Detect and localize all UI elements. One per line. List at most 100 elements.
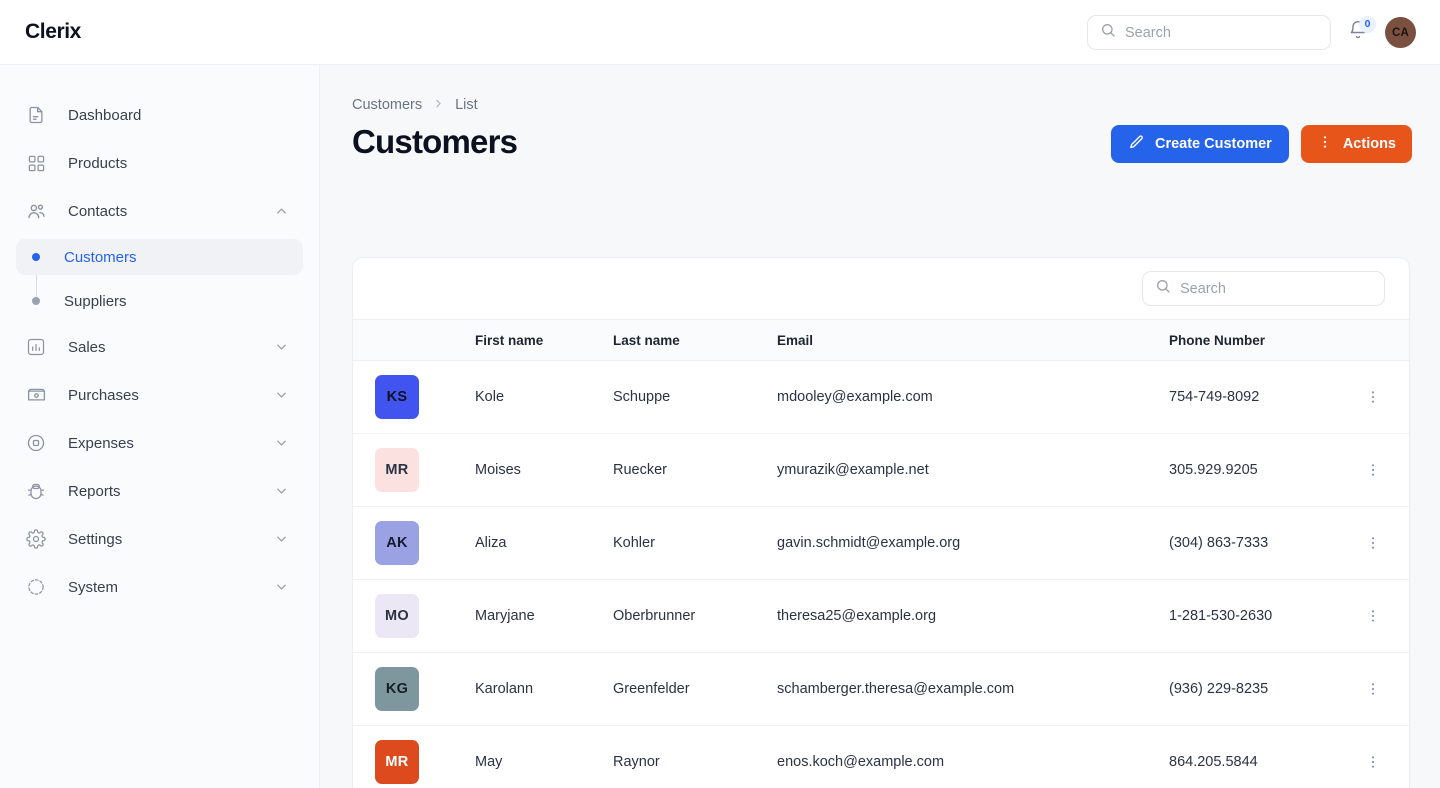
table-row[interactable]: KG Karolann Greenfelder schamberger.theresa…	[353, 652, 1409, 726]
breadcrumb-parent[interactable]: Customers	[352, 97, 422, 113]
sidebar-subgroup-contacts: Customers Suppliers	[0, 239, 319, 319]
column-header-menu	[1359, 319, 1409, 361]
table-body: KS Kole Schuppe mdooley@example.com 754-749-…	[353, 360, 1409, 788]
actions-button[interactable]: Actions	[1300, 125, 1412, 163]
cell-email: enos.koch@example.com	[777, 725, 1169, 788]
breadcrumb: Customers List	[352, 97, 1440, 113]
sidebar-label: Reports	[68, 482, 121, 500]
actions-label: Actions	[1342, 136, 1396, 152]
row-menu-button[interactable]	[1359, 602, 1387, 630]
avatar: MR	[375, 740, 419, 784]
pencil-icon	[1128, 134, 1145, 155]
cell-row-menu	[1359, 433, 1409, 507]
sidebar-item-purchases[interactable]: Purchases	[16, 375, 303, 415]
sidebar: Dashboard Products Contacts Customers Su…	[0, 65, 320, 788]
table-search-placeholder: Search	[1180, 280, 1226, 297]
cell-first-name: Maryjane	[475, 579, 613, 653]
search-icon	[1100, 22, 1116, 43]
row-menu-button[interactable]	[1359, 675, 1387, 703]
row-menu-button[interactable]	[1359, 456, 1387, 484]
table-header: First name Last name Email Phone Number	[353, 319, 1409, 361]
sidebar-item-suppliers[interactable]: Suppliers	[16, 283, 303, 319]
column-header-email[interactable]: Email	[777, 319, 1169, 361]
avatar: MO	[375, 594, 419, 638]
cell-last-name: Raynor	[613, 725, 777, 788]
sidebar-item-customers[interactable]: Customers	[16, 239, 303, 275]
circle-square-icon	[24, 431, 48, 455]
sidebar-label: Suppliers	[64, 292, 127, 310]
cell-phone-number: 305.929.9205	[1169, 433, 1359, 507]
sidebar-label: Sales	[68, 338, 106, 356]
sidebar-label: Settings	[68, 530, 123, 548]
chevron-down-icon[interactable]	[274, 388, 289, 403]
cell-phone-number: 754-749-8092	[1169, 360, 1359, 434]
avatar: KS	[375, 375, 419, 419]
row-menu-button[interactable]	[1359, 383, 1387, 411]
chevron-down-icon[interactable]	[274, 580, 289, 595]
system-icon	[24, 575, 48, 599]
user-avatar[interactable]: CA	[1385, 17, 1416, 48]
cell-email: schamberger.theresa@example.com	[777, 652, 1169, 726]
receipt-icon	[24, 383, 48, 407]
app-logo[interactable]: Clerix	[25, 20, 81, 44]
cell-email: gavin.schmidt@example.org	[777, 506, 1169, 580]
table-toolbar: Search	[353, 258, 1409, 319]
sidebar-item-reports[interactable]: Reports	[16, 471, 303, 511]
cell-email: ymurazik@example.net	[777, 433, 1169, 507]
column-header-avatar	[353, 319, 475, 361]
search-icon	[1155, 278, 1171, 299]
sidebar-item-settings[interactable]: Settings	[16, 519, 303, 559]
create-customer-button[interactable]: Create Customer	[1110, 125, 1289, 163]
cell-first-name: Karolann	[475, 652, 613, 726]
customers-table: First name Last name Email Phone Number …	[353, 319, 1409, 788]
table-row[interactable]: AK Aliza Kohler gavin.schmidt@example.org (3…	[353, 506, 1409, 580]
bug-icon	[24, 479, 48, 503]
sidebar-label: System	[68, 578, 119, 596]
cell-last-name: Greenfelder	[613, 652, 777, 726]
row-avatar-cell: KS	[353, 360, 475, 434]
table-row[interactable]: MO Maryjane Oberbrunner theresa25@example.o…	[353, 579, 1409, 653]
chevron-down-icon[interactable]	[274, 340, 289, 355]
main-content: Customers List Customers Create Customer…	[320, 65, 1440, 788]
cell-phone-number: 864.205.5844	[1169, 725, 1359, 788]
cell-first-name: Kole	[475, 360, 613, 434]
column-header-phone-number[interactable]: Phone Number	[1169, 319, 1359, 361]
row-avatar-cell: MR	[353, 433, 475, 507]
avatar: AK	[375, 521, 419, 565]
cell-phone-number: 1-281-530-2630	[1169, 579, 1359, 653]
row-avatar-cell: KG	[353, 652, 475, 726]
sidebar-item-sales[interactable]: Sales	[16, 327, 303, 367]
users-icon	[24, 199, 48, 223]
cell-email: mdooley@example.com	[777, 360, 1169, 434]
sidebar-label: Expenses	[68, 434, 134, 452]
cell-first-name: May	[475, 725, 613, 788]
sidebar-item-contacts[interactable]: Contacts	[16, 191, 303, 231]
row-avatar-cell: MR	[353, 725, 475, 788]
breadcrumb-current: List	[455, 97, 478, 113]
table-search-input[interactable]: Search	[1142, 271, 1385, 306]
bullet-icon	[32, 297, 40, 305]
top-bar-right: Search 0 CA	[1087, 0, 1416, 65]
column-header-first-name[interactable]: First name	[475, 319, 613, 361]
bullet-icon	[32, 253, 40, 261]
sidebar-item-system[interactable]: System	[16, 567, 303, 607]
notifications-button[interactable]: 0	[1345, 15, 1376, 48]
row-menu-button[interactable]	[1359, 748, 1387, 776]
column-header-last-name[interactable]: Last name	[613, 319, 777, 361]
sidebar-item-dashboard[interactable]: Dashboard	[16, 95, 303, 135]
chevron-down-icon[interactable]	[274, 436, 289, 451]
chevron-down-icon[interactable]	[274, 484, 289, 499]
dots-vertical-icon	[1317, 134, 1333, 154]
row-menu-button[interactable]	[1359, 529, 1387, 557]
cell-phone-number: (936) 229-8235	[1169, 652, 1359, 726]
sidebar-item-expenses[interactable]: Expenses	[16, 423, 303, 463]
sidebar-item-products[interactable]: Products	[16, 143, 303, 183]
table-row[interactable]: KS Kole Schuppe mdooley@example.com 754-749-…	[353, 360, 1409, 434]
table-row[interactable]: MR Moises Ruecker ymurazik@example.net 305.9…	[353, 433, 1409, 507]
table-row[interactable]: MR May Raynor enos.koch@example.com 864.205.…	[353, 725, 1409, 788]
gear-icon	[24, 527, 48, 551]
create-customer-label: Create Customer	[1154, 136, 1272, 152]
chevron-up-icon[interactable]	[274, 204, 289, 219]
global-search-input[interactable]: Search	[1087, 15, 1331, 50]
chevron-down-icon[interactable]	[274, 532, 289, 547]
